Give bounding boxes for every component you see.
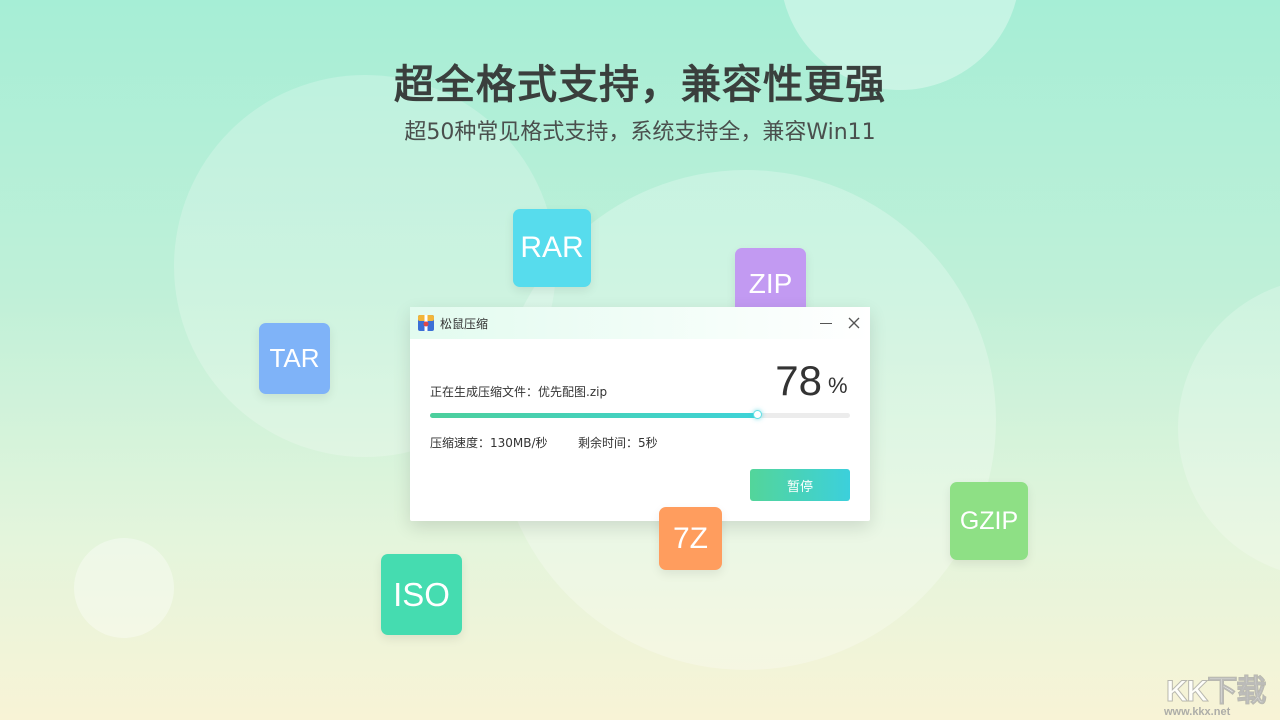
compress-progress-window: 松鼠压缩 正在生成压缩文件：优先配图.zip 78 % 压缩速度：130MB/秒…: [410, 307, 870, 521]
format-tile-gzip: GZIP: [950, 482, 1028, 560]
minimize-icon[interactable]: [818, 315, 834, 331]
format-tile-iso: ISO: [381, 554, 462, 635]
remaining-time: 剩余时间：5秒: [578, 436, 658, 450]
bg-bubble: [74, 538, 174, 638]
pause-button[interactable]: 暂停: [750, 469, 850, 501]
window-titlebar[interactable]: 松鼠压缩: [410, 307, 870, 339]
file-status-text: 正在生成压缩文件：优先配图.zip: [430, 385, 608, 399]
format-tile-tar: TAR: [259, 323, 330, 394]
watermark-logo-text: KK下载: [1165, 675, 1266, 709]
hero-headline: 超全格式支持，兼容性更强: [394, 62, 886, 108]
squirrel-app-icon: [418, 315, 434, 331]
bg-bubble: [1178, 278, 1280, 578]
format-tile-rar: RAR: [513, 209, 591, 287]
progress-bar: [430, 410, 850, 419]
site-watermark-logo: KK下载 www.kkx.net: [1160, 662, 1280, 720]
watermark-url: www.kkx.net: [1164, 706, 1231, 718]
progress-bar-fill: [430, 413, 758, 418]
format-tile-7z: 7Z: [659, 507, 722, 570]
compress-speed: 压缩速度：130MB/秒: [430, 436, 548, 450]
promo-stage: 超全格式支持，兼容性更强 超50种常见格式支持，系统支持全，兼容Win11 RA…: [0, 0, 1280, 720]
progress-percent-sign: %: [828, 373, 848, 398]
progress-bar-knob: [752, 410, 762, 419]
progress-percent: 78: [775, 357, 822, 404]
close-icon[interactable]: [846, 315, 862, 331]
hero-subline: 超50种常见格式支持，系统支持全，兼容Win11: [404, 120, 876, 145]
window-title: 松鼠压缩: [440, 317, 489, 331]
